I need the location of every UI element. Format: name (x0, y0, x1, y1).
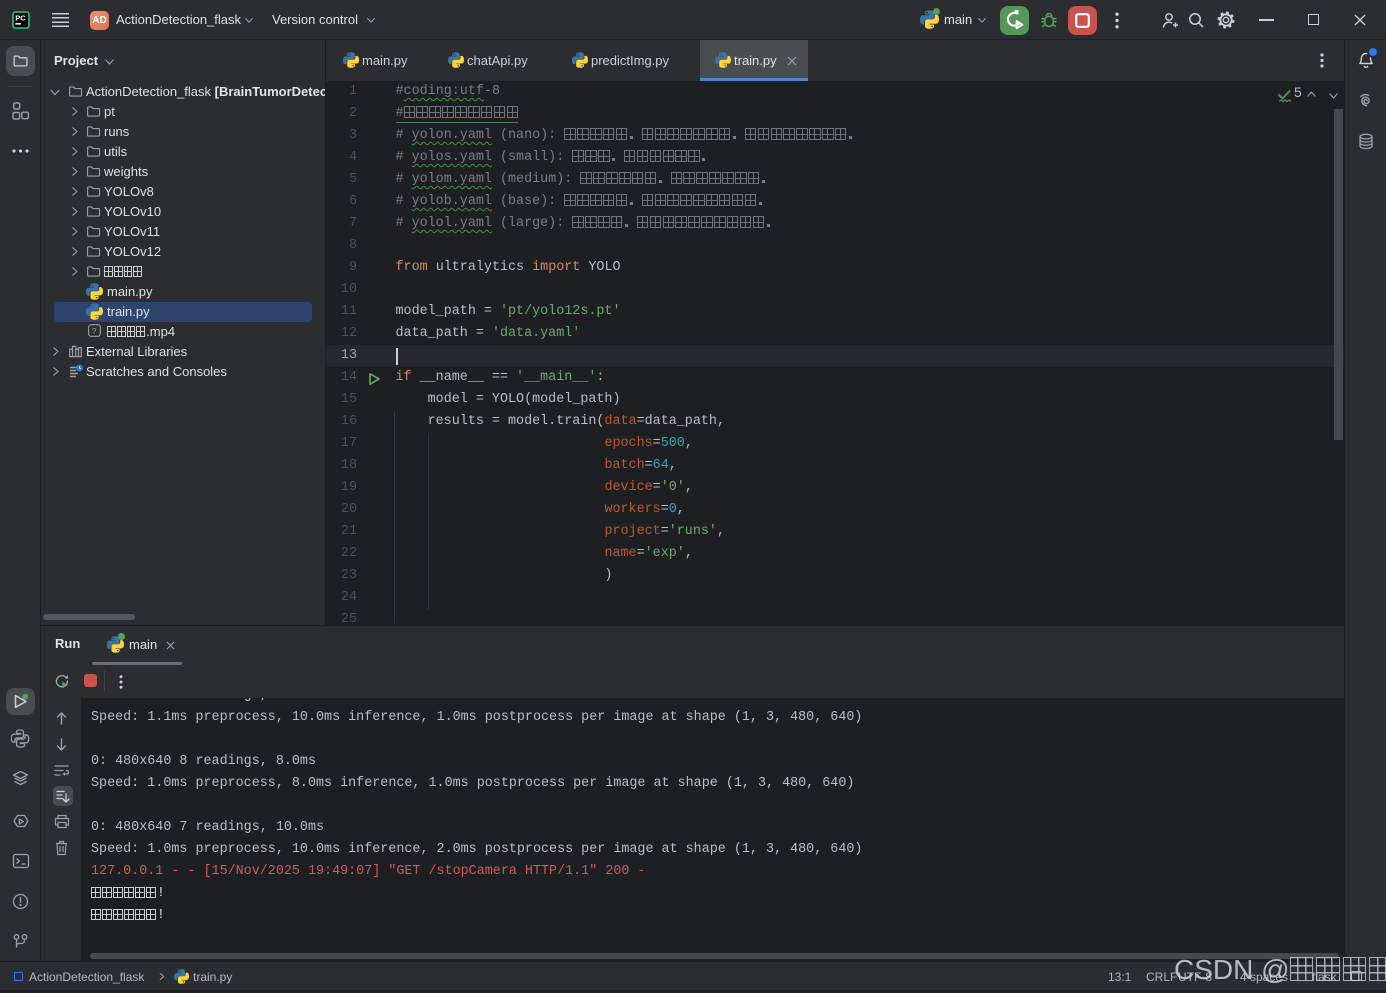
svg-text:PC: PC (15, 14, 26, 23)
svg-text:?: ? (92, 326, 97, 336)
